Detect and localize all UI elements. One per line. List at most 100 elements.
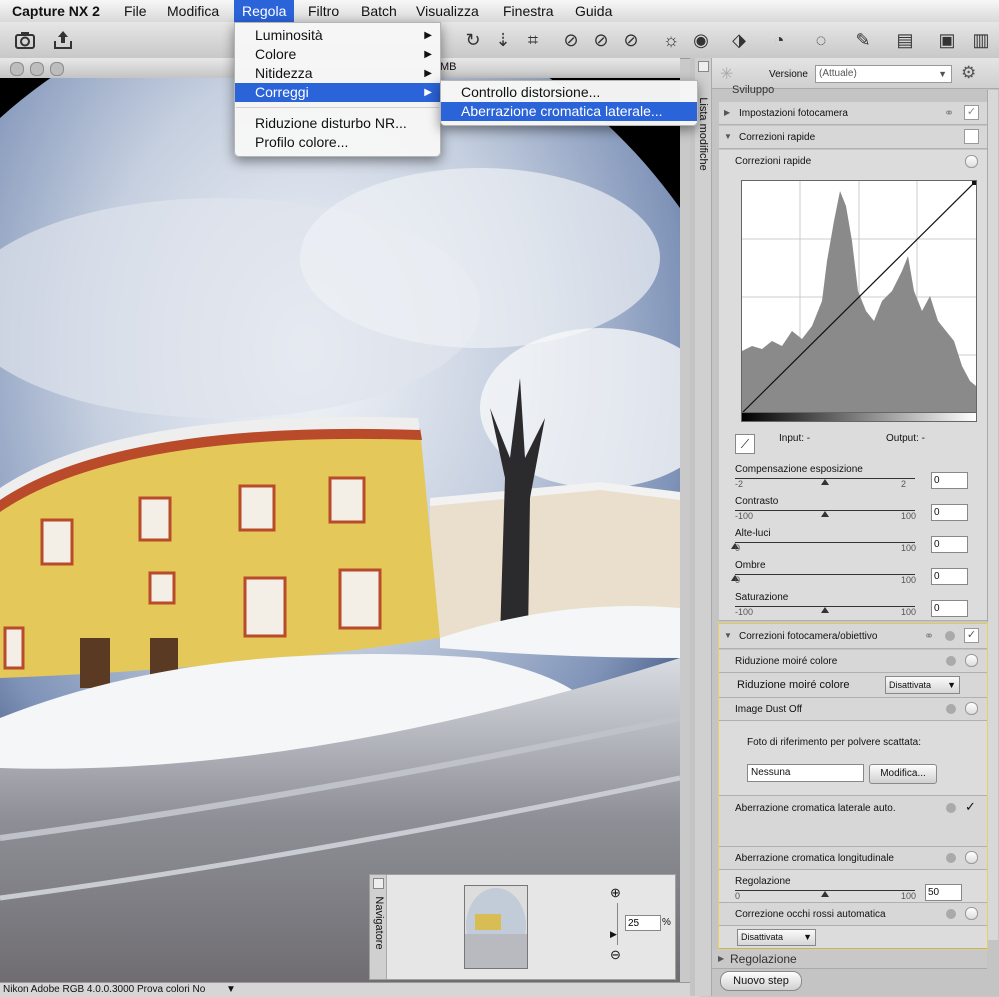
preset-radio[interactable] — [965, 155, 978, 168]
white-point-icon[interactable]: ⊘ — [618, 27, 644, 53]
regolazione-max: 100 — [901, 891, 917, 901]
red-eye-select[interactable]: Disattivata ▼ — [737, 929, 816, 946]
enable-checkbox[interactable] — [964, 129, 979, 144]
export-icon[interactable] — [50, 27, 76, 53]
camera-icon[interactable] — [12, 27, 38, 53]
correzioni-rapide-sub: Correzioni rapide — [735, 156, 812, 167]
close-window-icon[interactable] — [10, 62, 24, 76]
expand-triangle-icon[interactable]: ▼ — [724, 631, 732, 640]
gradient-icon[interactable]: ▤ — [892, 27, 918, 53]
zoom-in-icon[interactable]: ⊕ — [610, 885, 626, 901]
black-point-icon[interactable]: ⊘ — [558, 27, 584, 53]
menu-app[interactable]: Capture NX 2 — [4, 0, 108, 22]
impostazioni-fotocamera-row[interactable]: ▶ Impostazioni fotocamera ⚭ ✓ — [719, 102, 987, 125]
menu-finestra[interactable]: Finestra — [495, 0, 562, 22]
slider-value-input[interactable]: 0 — [931, 504, 968, 521]
navigator-tab[interactable]: Navigatore — [370, 875, 387, 979]
longitudinal-ca-radio[interactable] — [965, 851, 978, 864]
moire-radio[interactable] — [965, 654, 978, 667]
red-eye-radio[interactable] — [965, 907, 978, 920]
menu-filtro[interactable]: Filtro — [300, 0, 347, 22]
brush-icon[interactable]: ✎ — [850, 27, 876, 53]
expand-triangle-icon[interactable]: ▶ — [718, 954, 724, 963]
modifica-button[interactable]: Modifica... — [869, 764, 937, 784]
menu-item-correggi[interactable]: Correggi ▶ — [235, 83, 440, 102]
zoom-unit: % — [662, 917, 671, 928]
nuovo-step-button[interactable]: Nuovo step — [720, 971, 802, 991]
versione-select[interactable]: (Attuale) ▼ — [815, 65, 952, 83]
correzioni-rapide-label: Correzioni rapide — [739, 132, 816, 143]
menu-regola[interactable]: Regola — [234, 0, 295, 22]
slider-track[interactable] — [735, 574, 915, 575]
expand-triangle-icon[interactable]: ▶ — [724, 108, 730, 117]
gray-point-icon[interactable]: ⊘ — [588, 27, 614, 53]
link-icon: ⚭ — [924, 629, 935, 643]
collapse-icon[interactable] — [698, 61, 709, 72]
menu-item-controllo-distorsione[interactable]: Controllo distorsione... — [441, 83, 697, 102]
zoom-input[interactable] — [625, 915, 661, 931]
expand-triangle-icon[interactable]: ▼ — [724, 132, 732, 141]
photo-canvas[interactable] — [0, 78, 680, 982]
menu-item-nitidezza[interactable]: Nitidezza ▶ — [235, 64, 440, 83]
panel-scrollbar[interactable] — [987, 90, 998, 940]
red-eye-icon[interactable]: ☼ — [658, 27, 684, 53]
menu-visualizza[interactable]: Visualizza — [408, 0, 487, 22]
zoom-out-icon[interactable]: ⊖ — [610, 947, 626, 963]
menu-item-profilo-colore[interactable]: Profilo colore... — [235, 133, 440, 152]
curve-tool-icon[interactable]: ⟋ — [735, 434, 755, 454]
crop-icon[interactable]: ⌗ — [520, 27, 546, 53]
sparkle-icon: ✳ — [720, 66, 734, 83]
enable-checkbox[interactable]: ✓ — [964, 628, 979, 643]
gear-icon[interactable]: ⚙ — [961, 63, 976, 83]
edit-list-tab[interactable]: Lista modifiche — [695, 58, 712, 996]
lateral-ca-check[interactable]: ✓ — [965, 799, 976, 815]
status-dropdown-icon[interactable]: ▼ — [226, 983, 236, 997]
correggi-submenu: Controllo distorsione... Aberrazione cro… — [440, 80, 698, 126]
menu-item-luminosita[interactable]: Luminosità ▶ — [235, 26, 440, 45]
eye-icon[interactable]: ◉ — [688, 27, 714, 53]
slider-value-input[interactable]: 0 — [931, 568, 968, 585]
minimize-window-icon[interactable] — [30, 62, 44, 76]
fill-icon[interactable]: ▥ — [968, 27, 994, 53]
red-eye-setting-row: Disattivata ▼ — [719, 926, 987, 949]
zoom-window-icon[interactable] — [50, 62, 64, 76]
correzioni-rapide-row[interactable]: ▼ Correzioni rapide — [719, 126, 987, 149]
enable-checkbox[interactable]: ✓ — [964, 105, 979, 120]
slider-max: 100 — [901, 575, 917, 585]
slider-track[interactable] — [735, 542, 915, 543]
navigator-thumbnail[interactable] — [464, 885, 528, 969]
dust-ref-field[interactable]: Nessuna — [747, 764, 864, 782]
correzioni-fotocamera-row[interactable]: ▼ Correzioni fotocamera/obiettivo ⚭ ✓ — [719, 624, 987, 649]
curve-histogram[interactable] — [741, 180, 977, 414]
moire-select[interactable]: Disattivata ▼ — [885, 676, 960, 694]
menu-item-aberrazione-cromatica[interactable]: Aberrazione cromatica laterale... — [441, 102, 697, 121]
bandage-icon[interactable]: ⬗ — [726, 27, 752, 53]
slider-thumb[interactable] — [821, 891, 829, 897]
menu-guida[interactable]: Guida — [567, 0, 620, 22]
regolazione-input[interactable]: 50 — [925, 884, 962, 901]
straighten-icon[interactable]: ⇣ — [490, 27, 516, 53]
selection-icon[interactable]: ▣ — [934, 27, 960, 53]
slider-thumb[interactable] — [821, 511, 829, 517]
slider-value-input[interactable]: 0 — [931, 600, 968, 617]
menu-batch[interactable]: Batch — [353, 0, 405, 22]
slider-thumb[interactable] — [821, 607, 829, 613]
slider-thumb[interactable] — [821, 479, 829, 485]
menu-file[interactable]: File — [116, 0, 155, 22]
menu-separator — [236, 107, 439, 108]
submenu-arrow-icon: ▶ — [424, 30, 432, 41]
longitudinal-ca-row: Aberrazione cromatica longitudinale — [719, 847, 987, 870]
lasso-icon[interactable]: ◌ — [808, 27, 834, 53]
rotate-icon[interactable]: ↻ — [460, 27, 486, 53]
edit-list-label: Lista modifiche — [697, 97, 709, 171]
slider-value-input[interactable]: 0 — [931, 536, 968, 553]
control-point-icon[interactable]: ◔ — [766, 27, 792, 53]
menu-modifica[interactable]: Modifica — [159, 0, 227, 22]
slider-value-input[interactable]: 0 — [931, 472, 968, 489]
dust-off-radio[interactable] — [965, 702, 978, 715]
regolazione-section-row[interactable]: ▶ Regolazione — [712, 950, 987, 969]
menu-item-colore[interactable]: Colore ▶ — [235, 45, 440, 64]
moire-row: Riduzione moiré colore — [719, 650, 987, 673]
zoom-slider[interactable] — [617, 903, 618, 945]
menu-item-riduzione-disturbo[interactable]: Riduzione disturbo NR... — [235, 114, 440, 133]
